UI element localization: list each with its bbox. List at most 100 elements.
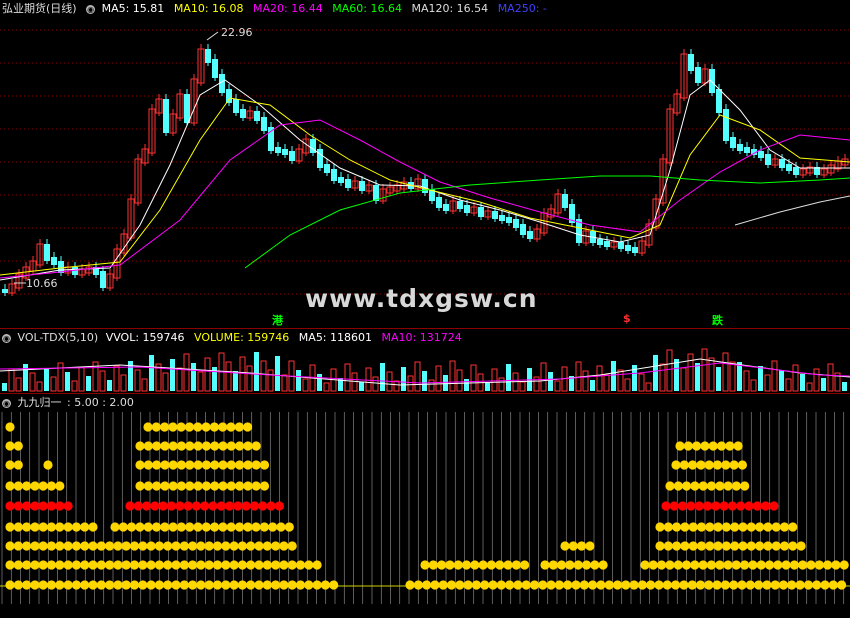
indicator-dot <box>738 541 748 551</box>
volume-bar <box>708 357 715 392</box>
indicator-dot <box>495 560 505 570</box>
candle-body <box>331 169 337 181</box>
indicator-dot <box>446 580 457 590</box>
low-price-label: 10.66 <box>26 277 58 290</box>
indicator-dot <box>657 560 667 570</box>
indicator-dot <box>438 580 448 590</box>
indicator-dot <box>152 441 162 451</box>
indicator-dot <box>729 460 739 470</box>
indicator-dot <box>716 441 727 451</box>
indicator-dot <box>505 580 515 590</box>
volume-bar <box>428 379 435 392</box>
volume-bar <box>645 382 652 392</box>
indicator-dot <box>154 580 164 590</box>
indicator-params: : 5.00 : 2.00 <box>67 396 134 409</box>
indicator-dot <box>646 580 656 590</box>
indicator-dot <box>430 580 440 590</box>
candle-body <box>695 67 701 83</box>
indicator-dot <box>712 460 723 470</box>
candle-body <box>688 54 694 71</box>
indicator-dot <box>573 560 583 570</box>
indicator-dot <box>88 541 98 551</box>
candle-body <box>324 164 330 173</box>
indicator-dot <box>581 560 592 570</box>
indicator-dot <box>179 580 189 590</box>
indicator-dot <box>262 541 272 551</box>
indicator-dot <box>428 560 438 570</box>
indicator-dot <box>320 580 330 590</box>
candle-body <box>499 215 505 221</box>
volume-bar <box>359 382 364 391</box>
volume-bar <box>779 370 784 391</box>
candle-body <box>779 159 785 168</box>
indicator-dot <box>113 580 123 590</box>
indicator-dot <box>191 501 201 511</box>
indicator-dot <box>234 422 244 432</box>
volume-bar <box>653 355 658 391</box>
volume-bar <box>107 380 112 391</box>
indicator-dot <box>680 522 690 532</box>
volume-bar <box>821 378 826 391</box>
indicator-dot <box>279 560 289 570</box>
candle-body <box>184 94 190 123</box>
indicator-dot <box>188 580 198 590</box>
indicator-dot <box>329 580 339 590</box>
indicator-dot <box>188 560 198 570</box>
indicator-dot <box>13 441 23 451</box>
volume-bar <box>743 370 750 392</box>
volume-bar <box>827 363 834 392</box>
indicator-dot <box>127 522 137 532</box>
indicator-dot <box>284 522 294 532</box>
indicator-dot <box>496 580 506 590</box>
volume-panel[interactable]: ◉ VOL-TDX(5,10) VVOL: 159746 VOLUME: 159… <box>0 328 850 393</box>
indicator-dot <box>675 441 685 451</box>
indicator-dot <box>22 560 32 570</box>
indicator-dot <box>46 580 57 590</box>
indicator-dot <box>105 580 115 590</box>
indicator-dot <box>243 460 253 470</box>
volume-bar <box>674 359 679 391</box>
indicator-dot <box>225 501 235 511</box>
ma60-label: MA60: 16.64 <box>332 2 402 15</box>
indicator-panel[interactable]: ◉ 九九归一 : 5.00 : 2.00 <box>0 393 850 618</box>
indicator-dot <box>557 560 567 570</box>
candlestick-chart[interactable] <box>0 0 850 328</box>
candle-body <box>100 271 106 288</box>
indicator-dot <box>455 580 465 590</box>
volume-bar <box>687 353 694 392</box>
volume-bar <box>498 377 505 392</box>
settings-icon[interactable]: ◉ <box>2 398 11 408</box>
indicator-dot <box>671 460 681 470</box>
volume-bar <box>470 364 477 392</box>
indicator-dot <box>142 501 152 511</box>
candle-body <box>506 217 512 223</box>
candle-body <box>254 111 260 121</box>
indicator-chart[interactable] <box>0 394 850 618</box>
indicator-dot <box>287 541 297 551</box>
volume-bar <box>254 352 259 391</box>
indicator-dot <box>745 580 755 590</box>
indicator-dot <box>150 501 160 511</box>
indicator-dot <box>5 541 15 551</box>
volume-bar <box>638 373 645 392</box>
indicator-dot <box>488 580 498 590</box>
price-chart-panel[interactable]: 弘业期货(日线) ◉ MA5: 15.81 MA10: 16.08 MA20: … <box>0 0 850 328</box>
settings-icon[interactable]: ◉ <box>2 333 11 343</box>
indicator-dot <box>733 441 743 451</box>
volume-bar <box>57 362 64 392</box>
indicator-dot <box>221 580 231 590</box>
indicator-dot <box>146 580 156 590</box>
indicator-dot <box>648 560 658 570</box>
indicator-dot <box>737 580 747 590</box>
indicator-dot <box>798 560 808 570</box>
indicator-dot <box>715 560 725 570</box>
volume-bar <box>281 374 288 392</box>
volume-bar <box>86 376 91 391</box>
indicator-dot <box>200 501 210 511</box>
indicator-dot <box>234 522 245 532</box>
settings-icon[interactable]: ◉ <box>86 4 96 14</box>
indicator-dot <box>46 522 57 532</box>
volume-bar <box>617 369 624 392</box>
indicator-dot <box>806 560 816 570</box>
indicator-dot <box>105 560 115 570</box>
